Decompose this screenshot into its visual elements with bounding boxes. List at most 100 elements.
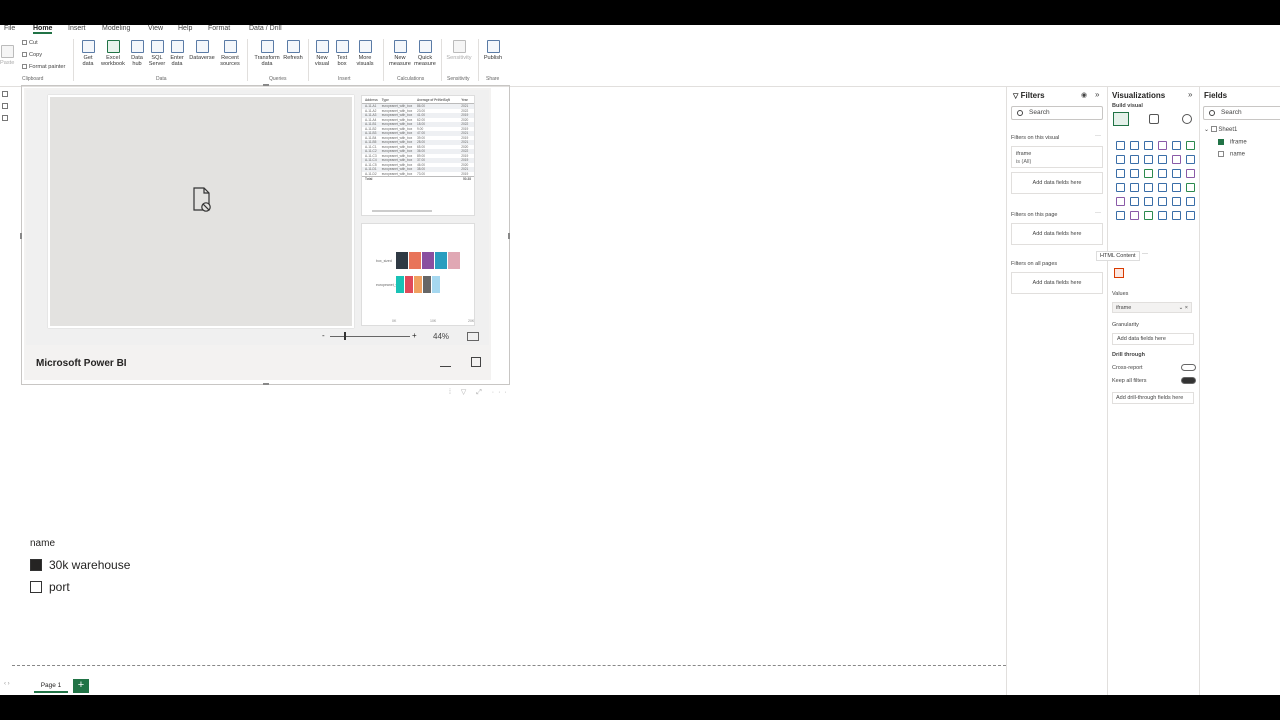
collapse-filters-icon[interactable]: » bbox=[1095, 90, 1099, 99]
filters-visual-drop-zone[interactable]: Add data fields here bbox=[1011, 172, 1103, 194]
more-visuals-options-icon[interactable]: ··· bbox=[1142, 251, 1148, 257]
visual-type-icon[interactable] bbox=[1172, 155, 1181, 164]
visual-type-icon[interactable] bbox=[1144, 183, 1153, 192]
table-sheet1[interactable]: ⌄ Sheet1 bbox=[1204, 126, 1237, 133]
granularity-drop-zone[interactable]: Add data fields here bbox=[1112, 333, 1194, 345]
visual-type-icon[interactable] bbox=[1158, 183, 1167, 192]
filters-all-drop-zone[interactable]: Add data fields here bbox=[1011, 272, 1103, 294]
resize-handle-left[interactable] bbox=[20, 233, 22, 239]
filters-page-drop-zone[interactable]: Add data fields here bbox=[1011, 223, 1103, 245]
quick-measure-button[interactable]: Quick measure bbox=[412, 40, 438, 68]
visual-type-icon[interactable] bbox=[1130, 211, 1139, 220]
visual-type-icon[interactable] bbox=[1158, 169, 1167, 178]
checkbox-unchecked[interactable] bbox=[1218, 151, 1224, 157]
chevron-down-icon[interactable]: ⌄ × bbox=[1179, 303, 1188, 313]
values-field-iframe[interactable]: iframe ⌄ × bbox=[1112, 302, 1192, 313]
new-measure-button[interactable]: New measure bbox=[387, 40, 413, 68]
refresh-button[interactable]: Refresh bbox=[282, 40, 304, 61]
format-painter-button[interactable]: Format painter bbox=[22, 64, 65, 70]
visual-type-icon[interactable] bbox=[1144, 155, 1153, 164]
get-data-button[interactable]: Get data bbox=[78, 40, 98, 68]
sensitivity-button[interactable]: Sensitivity bbox=[444, 40, 474, 61]
filters-search-input[interactable]: Search bbox=[1011, 106, 1103, 120]
cut-button[interactable]: Cut bbox=[22, 40, 38, 46]
checkbox-checked[interactable] bbox=[30, 559, 42, 571]
visual-type-icon[interactable] bbox=[1172, 169, 1181, 178]
visual-type-icon[interactable] bbox=[1116, 155, 1125, 164]
visual-type-icon[interactable] bbox=[1172, 197, 1181, 206]
visual-type-icon[interactable] bbox=[1186, 211, 1195, 220]
checkbox-checked[interactable] bbox=[1218, 139, 1224, 145]
table-scrollbar[interactable] bbox=[372, 210, 432, 212]
menu-insert[interactable]: Insert bbox=[68, 25, 86, 32]
paste-button[interactable]: Paste bbox=[0, 45, 14, 66]
visual-type-icon[interactable] bbox=[1186, 155, 1195, 164]
transform-data-button[interactable]: Transform data bbox=[252, 40, 282, 68]
visual-type-icon[interactable] bbox=[1186, 183, 1195, 192]
menu-modeling[interactable]: Modeling bbox=[102, 25, 130, 32]
fit-to-page-icon[interactable] bbox=[467, 332, 479, 341]
excel-workbook-button[interactable]: Excel workbook bbox=[98, 40, 128, 68]
eye-icon[interactable]: ◉ bbox=[1081, 91, 1087, 99]
menu-view[interactable]: View bbox=[148, 25, 163, 32]
open-in-new-icon[interactable] bbox=[471, 357, 481, 367]
visual-type-icon[interactable] bbox=[1144, 197, 1153, 206]
visual-type-icon[interactable] bbox=[1116, 211, 1125, 220]
slicer-item-port[interactable]: port bbox=[30, 576, 190, 598]
visual-type-icon[interactable] bbox=[1158, 155, 1167, 164]
visual-type-icon[interactable] bbox=[1186, 169, 1195, 178]
visual-type-icon[interactable] bbox=[1172, 183, 1181, 192]
visual-type-icon[interactable] bbox=[1116, 183, 1125, 192]
zoom-out-button[interactable]: - bbox=[322, 331, 325, 340]
text-box-button[interactable]: Text box bbox=[333, 40, 351, 68]
model-view-icon[interactable] bbox=[2, 115, 8, 121]
visual-type-icon[interactable] bbox=[1130, 197, 1139, 206]
visual-type-icon[interactable] bbox=[1172, 211, 1181, 220]
html-content-visual[interactable]: Address Type Average of PriNetSqft Year … bbox=[20, 84, 510, 385]
checkbox-unchecked[interactable] bbox=[30, 581, 42, 593]
table-view-icon[interactable] bbox=[2, 103, 8, 109]
visual-type-icon[interactable] bbox=[1144, 211, 1153, 220]
visual-type-icon[interactable] bbox=[1116, 169, 1125, 178]
recent-sources-button[interactable]: Recent sources bbox=[217, 40, 243, 68]
visual-type-icon[interactable] bbox=[1186, 141, 1195, 150]
new-visual-button[interactable]: New visual bbox=[312, 40, 332, 68]
analytics-tab[interactable] bbox=[1182, 114, 1192, 124]
share-icon[interactable] bbox=[440, 357, 451, 367]
sql-server-button[interactable]: SQL Server bbox=[147, 40, 167, 68]
field-name[interactable]: name bbox=[1218, 151, 1245, 158]
visual-type-icon[interactable] bbox=[1130, 169, 1139, 178]
slicer-item-30k-warehouse[interactable]: 30k warehouse bbox=[30, 554, 190, 576]
dataverse-button[interactable]: Dataverse bbox=[187, 40, 217, 61]
zoom-slider-thumb[interactable] bbox=[344, 332, 346, 340]
visual-type-icon[interactable] bbox=[1158, 141, 1167, 150]
build-visual-tab[interactable] bbox=[1113, 112, 1129, 126]
resize-handle-right[interactable] bbox=[508, 233, 510, 239]
data-hub-button[interactable]: Data hub bbox=[128, 40, 146, 68]
fields-search-input[interactable]: Search bbox=[1203, 106, 1280, 120]
visual-type-icon[interactable] bbox=[1130, 183, 1139, 192]
visual-type-icon[interactable] bbox=[1130, 155, 1139, 164]
field-iframe[interactable]: iframe bbox=[1218, 139, 1247, 146]
visual-type-icon[interactable] bbox=[1144, 141, 1153, 150]
more-visuals-button[interactable]: More visuals bbox=[352, 40, 378, 68]
copy-button[interactable]: Copy bbox=[22, 52, 42, 58]
visual-type-icon[interactable] bbox=[1116, 197, 1125, 206]
format-visual-tab[interactable] bbox=[1149, 114, 1159, 124]
menu-file[interactable]: File bbox=[4, 25, 15, 32]
enter-data-button[interactable]: Enter data bbox=[168, 40, 186, 68]
menu-data-drill[interactable]: Data / Drill bbox=[249, 25, 282, 32]
cross-report-toggle[interactable] bbox=[1181, 364, 1196, 371]
zoom-slider-track[interactable] bbox=[330, 336, 410, 337]
page-nav-arrows[interactable]: ‹ › bbox=[4, 681, 10, 687]
collapse-visualizations-icon[interactable]: » bbox=[1188, 90, 1192, 99]
more-options-icon[interactable]: ··· bbox=[1095, 133, 1101, 139]
publish-button[interactable]: Publish bbox=[482, 40, 504, 61]
menu-home[interactable]: Home bbox=[33, 25, 53, 34]
add-page-button[interactable]: + bbox=[73, 679, 89, 693]
keep-all-filters-toggle[interactable] bbox=[1181, 377, 1196, 384]
visual-type-icon[interactable] bbox=[1130, 141, 1139, 150]
zoom-in-button[interactable]: + bbox=[412, 331, 417, 340]
visual-type-icon[interactable] bbox=[1186, 197, 1195, 206]
visual-header-icons[interactable]: ⁞ ▽ ⤢ ··· bbox=[449, 388, 511, 397]
